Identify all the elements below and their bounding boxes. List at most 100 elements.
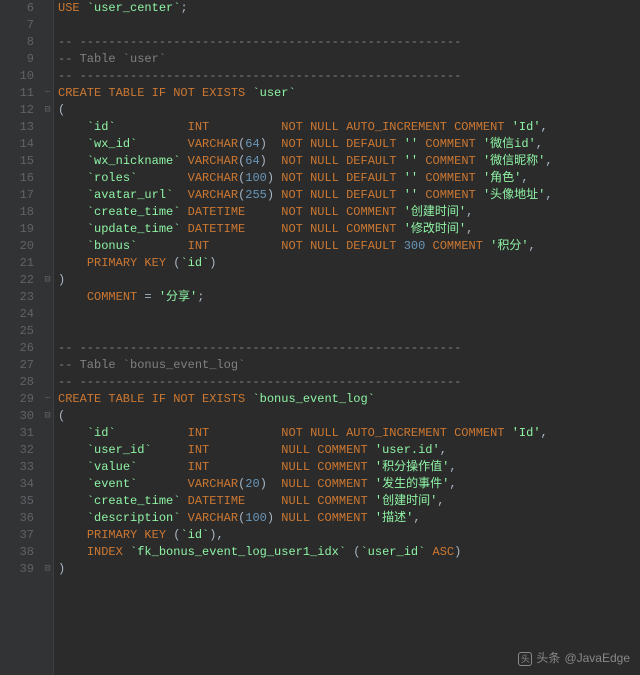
code-line[interactable]: `user_id` INT NULL COMMENT 'user.id', [58, 442, 640, 459]
code-line[interactable]: `create_time` DATETIME NULL COMMENT '创建时… [58, 493, 640, 510]
line-number[interactable]: 13 [0, 119, 34, 136]
fold-marker [42, 527, 53, 544]
token-pn [152, 443, 188, 457]
line-number[interactable]: 20 [0, 238, 34, 255]
fold-marker[interactable]: ⊟ [42, 408, 53, 425]
token-pn [368, 511, 375, 525]
code-line[interactable] [58, 323, 640, 340]
code-line[interactable]: `wx_id` VARCHAR(64) NOT NULL DEFAULT '' … [58, 136, 640, 153]
fold-marker [42, 459, 53, 476]
code-line[interactable]: USE `user_center`; [58, 0, 640, 17]
line-number[interactable]: 28 [0, 374, 34, 391]
code-line[interactable]: -- Table `user` [58, 51, 640, 68]
line-number[interactable]: 11 [0, 85, 34, 102]
line-number[interactable]: 24 [0, 306, 34, 323]
token-str: 'Id' [512, 120, 541, 134]
line-number[interactable]: 25 [0, 323, 34, 340]
code-line[interactable]: COMMENT = '分享'; [58, 289, 640, 306]
code-line[interactable]: `id` INT NOT NULL AUTO_INCREMENT COMMENT… [58, 119, 640, 136]
code-line[interactable]: -- -------------------------------------… [58, 374, 640, 391]
code-area[interactable]: USE `user_center`; -- -------------------… [54, 0, 640, 675]
fold-marker[interactable]: ⊟ [42, 102, 53, 119]
line-number[interactable]: 27 [0, 357, 34, 374]
token-pn: , [449, 477, 456, 491]
code-line[interactable]: PRIMARY KEY (`id`), [58, 527, 640, 544]
line-number[interactable]: 6 [0, 0, 34, 17]
fold-marker [42, 340, 53, 357]
fold-marker [42, 357, 53, 374]
line-number[interactable]: 10 [0, 68, 34, 85]
code-line[interactable]: ( [58, 408, 640, 425]
code-line[interactable]: `wx_nickname` VARCHAR(64) NOT NULL DEFAU… [58, 153, 640, 170]
line-number[interactable]: 26 [0, 340, 34, 357]
token-idq: `id` [87, 426, 116, 440]
token-idq: `avatar_url` [87, 188, 173, 202]
fold-marker[interactable]: − [42, 391, 53, 408]
code-line[interactable]: `description` VARCHAR(100) NULL COMMENT … [58, 510, 640, 527]
token-kw: NULL COMMENT [281, 477, 367, 491]
line-number-gutter[interactable]: 6789101112131415161718192021222324252627… [0, 0, 42, 675]
token-pn [368, 443, 375, 457]
line-number[interactable]: 19 [0, 221, 34, 238]
code-line[interactable]: `id` INT NOT NULL AUTO_INCREMENT COMMENT… [58, 425, 640, 442]
token-pn [245, 222, 281, 236]
fold-marker [42, 289, 53, 306]
line-number[interactable]: 38 [0, 544, 34, 561]
token-pn: , [449, 460, 456, 474]
line-number[interactable]: 29 [0, 391, 34, 408]
code-line[interactable]: INDEX `fk_bonus_event_log_user1_idx` (`u… [58, 544, 640, 561]
code-line[interactable]: `roles` VARCHAR(100) NOT NULL DEFAULT ''… [58, 170, 640, 187]
code-line[interactable]: `update_time` DATETIME NOT NULL COMMENT … [58, 221, 640, 238]
code-line[interactable] [58, 306, 640, 323]
line-number[interactable]: 37 [0, 527, 34, 544]
line-number[interactable]: 36 [0, 510, 34, 527]
code-line[interactable]: `event` VARCHAR(20) NULL COMMENT '发生的事件'… [58, 476, 640, 493]
fold-marker[interactable]: ⊟ [42, 272, 53, 289]
line-number[interactable]: 12 [0, 102, 34, 119]
token-pn [116, 120, 188, 134]
code-line[interactable]: CREATE TABLE IF NOT EXISTS `bonus_event_… [58, 391, 640, 408]
token-idq: `roles` [87, 171, 137, 185]
fold-marker [42, 17, 53, 34]
code-line[interactable]: ( [58, 102, 640, 119]
line-number[interactable]: 9 [0, 51, 34, 68]
fold-marker[interactable]: − [42, 85, 53, 102]
line-number[interactable]: 39 [0, 561, 34, 578]
line-number[interactable]: 33 [0, 459, 34, 476]
line-number[interactable]: 30 [0, 408, 34, 425]
line-number[interactable]: 35 [0, 493, 34, 510]
line-number[interactable]: 8 [0, 34, 34, 51]
line-number[interactable]: 7 [0, 17, 34, 34]
code-line[interactable] [58, 17, 640, 34]
code-line[interactable]: `avatar_url` VARCHAR(255) NOT NULL DEFAU… [58, 187, 640, 204]
token-pn [397, 154, 404, 168]
code-line[interactable]: PRIMARY KEY (`id`) [58, 255, 640, 272]
line-number[interactable]: 21 [0, 255, 34, 272]
line-number[interactable]: 18 [0, 204, 34, 221]
line-number[interactable]: 23 [0, 289, 34, 306]
code-line[interactable]: -- -------------------------------------… [58, 340, 640, 357]
code-line[interactable]: `value` INT NULL COMMENT '积分操作值', [58, 459, 640, 476]
fold-marker [42, 119, 53, 136]
fold-marker[interactable]: ⊟ [42, 561, 53, 578]
line-number[interactable]: 31 [0, 425, 34, 442]
fold-marker [42, 510, 53, 527]
code-line[interactable]: `bonus` INT NOT NULL DEFAULT 300 COMMENT… [58, 238, 640, 255]
code-line[interactable]: ) [58, 272, 640, 289]
line-number[interactable]: 17 [0, 187, 34, 204]
line-number[interactable]: 32 [0, 442, 34, 459]
code-line[interactable]: ) [58, 561, 640, 578]
code-line[interactable]: CREATE TABLE IF NOT EXISTS `user` [58, 85, 640, 102]
line-number[interactable]: 22 [0, 272, 34, 289]
fold-marker [42, 306, 53, 323]
line-number[interactable]: 14 [0, 136, 34, 153]
line-number[interactable]: 16 [0, 170, 34, 187]
line-number[interactable]: 34 [0, 476, 34, 493]
token-str: '微信昵称' [483, 154, 545, 168]
code-line[interactable]: -- Table `bonus_event_log` [58, 357, 640, 374]
code-line[interactable]: -- -------------------------------------… [58, 34, 640, 51]
code-line[interactable]: `create_time` DATETIME NOT NULL COMMENT … [58, 204, 640, 221]
fold-gutter[interactable]: −⊟⊟−⊟⊟ [42, 0, 54, 675]
code-line[interactable]: -- -------------------------------------… [58, 68, 640, 85]
line-number[interactable]: 15 [0, 153, 34, 170]
